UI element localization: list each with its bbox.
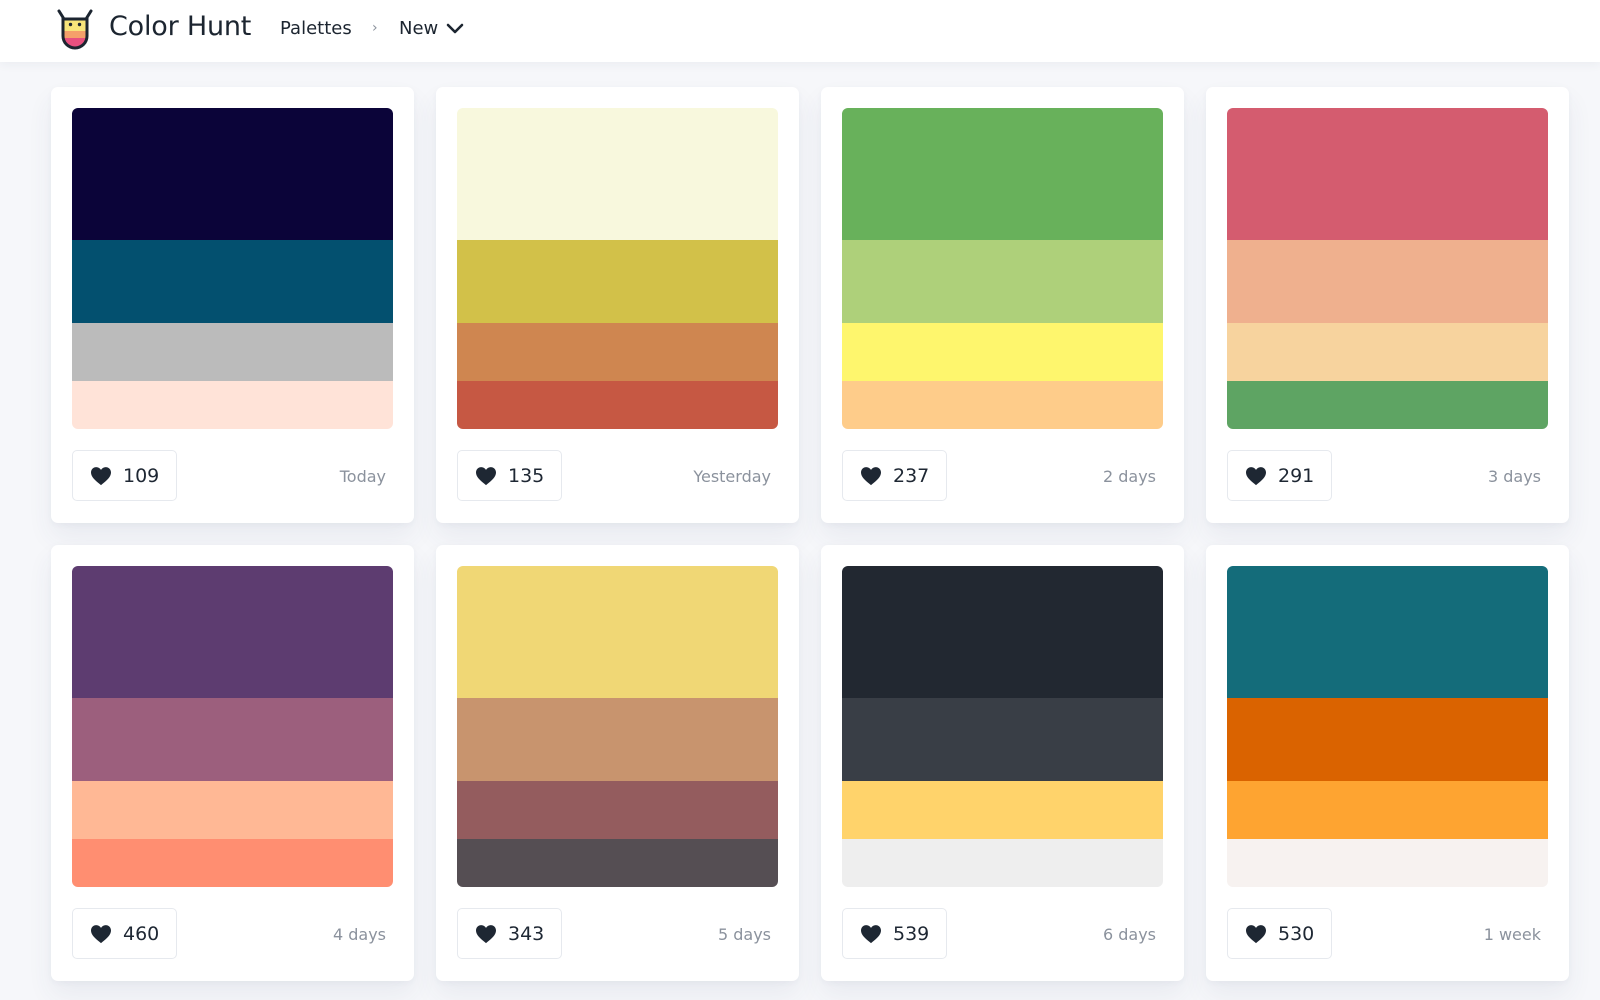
palette-swatches[interactable] [72, 566, 393, 887]
palettes-nav-link[interactable]: Palettes [280, 18, 352, 39]
palette-date: 3 days [1487, 467, 1541, 486]
color-swatch[interactable] [457, 781, 778, 839]
color-swatch[interactable] [457, 566, 778, 698]
heart-icon [476, 924, 496, 943]
like-button[interactable]: 135 [457, 450, 563, 501]
color-swatch[interactable] [1227, 381, 1548, 429]
palette-date: 6 days [1102, 925, 1156, 944]
like-count: 291 [1278, 464, 1315, 487]
palette-card: 530 1 week [1206, 545, 1569, 981]
palette-swatches[interactable] [457, 108, 778, 429]
color-swatch[interactable] [842, 240, 1163, 323]
palette-date: Yesterday [693, 467, 771, 486]
palette-card: 343 5 days [436, 545, 799, 981]
color-swatch[interactable] [72, 240, 393, 323]
palette-date: 2 days [1102, 467, 1156, 486]
color-swatch[interactable] [72, 108, 393, 240]
color-swatch[interactable] [72, 698, 393, 781]
palette-date: 4 days [332, 925, 386, 944]
color-swatch[interactable] [1227, 566, 1548, 698]
color-swatch[interactable] [1227, 781, 1548, 839]
like-count: 343 [508, 922, 545, 945]
like-button[interactable]: 291 [1227, 450, 1333, 501]
color-swatch[interactable] [457, 323, 778, 381]
breadcrumb-separator-icon: › [372, 20, 378, 36]
color-swatch[interactable] [842, 108, 1163, 240]
color-swatch[interactable] [1227, 108, 1548, 240]
palette-card: 460 4 days [51, 545, 414, 981]
like-button[interactable]: 343 [457, 908, 563, 959]
color-swatch[interactable] [457, 381, 778, 429]
like-count: 539 [893, 922, 930, 945]
palette-date: 1 week [1483, 925, 1541, 944]
sort-dropdown-label: New [399, 18, 439, 39]
color-swatch[interactable] [1227, 240, 1548, 323]
color-swatch[interactable] [457, 839, 778, 887]
color-swatch[interactable] [842, 839, 1163, 887]
color-swatch[interactable] [1227, 839, 1548, 887]
color-swatch[interactable] [1227, 323, 1548, 381]
color-swatch[interactable] [842, 781, 1163, 839]
like-count: 109 [123, 464, 160, 487]
color-swatch[interactable] [842, 566, 1163, 698]
color-swatch[interactable] [842, 381, 1163, 429]
heart-icon [861, 466, 881, 485]
like-button[interactable]: 539 [842, 908, 948, 959]
color-hunt-logo-icon[interactable] [55, 8, 95, 50]
color-swatch[interactable] [457, 108, 778, 240]
color-swatch[interactable] [1227, 698, 1548, 781]
palette-swatches[interactable] [1227, 566, 1548, 887]
palette-card: 109 Today [51, 87, 414, 523]
palette-swatches[interactable] [842, 566, 1163, 887]
color-swatch[interactable] [457, 698, 778, 781]
palette-swatches[interactable] [1227, 108, 1548, 429]
palette-swatches[interactable] [72, 108, 393, 429]
top-navigation-bar: Color Hunt Palettes › New [0, 0, 1600, 62]
palette-date: 5 days [717, 925, 771, 944]
color-swatch[interactable] [457, 240, 778, 323]
color-swatch[interactable] [72, 839, 393, 887]
like-button[interactable]: 237 [842, 450, 948, 501]
color-swatch[interactable] [72, 566, 393, 698]
heart-icon [91, 924, 111, 943]
color-swatch[interactable] [72, 381, 393, 429]
palette-date: Today [339, 467, 386, 486]
palette-card: 291 3 days [1206, 87, 1569, 523]
color-swatch[interactable] [72, 323, 393, 381]
like-button[interactable]: 460 [72, 908, 178, 959]
heart-icon [476, 466, 496, 485]
heart-icon [1246, 466, 1266, 485]
chevron-down-icon [446, 23, 464, 33]
heart-icon [861, 924, 881, 943]
like-button[interactable]: 109 [72, 450, 178, 501]
brand-name[interactable]: Color Hunt [109, 11, 251, 42]
color-swatch[interactable] [842, 698, 1163, 781]
color-swatch[interactable] [72, 781, 393, 839]
heart-icon [1246, 924, 1266, 943]
palette-swatches[interactable] [457, 566, 778, 887]
palette-card: 237 2 days [821, 87, 1184, 523]
sort-dropdown[interactable]: New [399, 18, 464, 39]
like-count: 135 [508, 464, 545, 487]
palette-swatches[interactable] [842, 108, 1163, 429]
heart-icon [91, 466, 111, 485]
palette-card: 135 Yesterday [436, 87, 799, 523]
color-swatch[interactable] [842, 323, 1163, 381]
like-button[interactable]: 530 [1227, 908, 1333, 959]
like-count: 460 [123, 922, 160, 945]
like-count: 237 [893, 464, 930, 487]
like-count: 530 [1278, 922, 1315, 945]
palette-card: 539 6 days [821, 545, 1184, 981]
